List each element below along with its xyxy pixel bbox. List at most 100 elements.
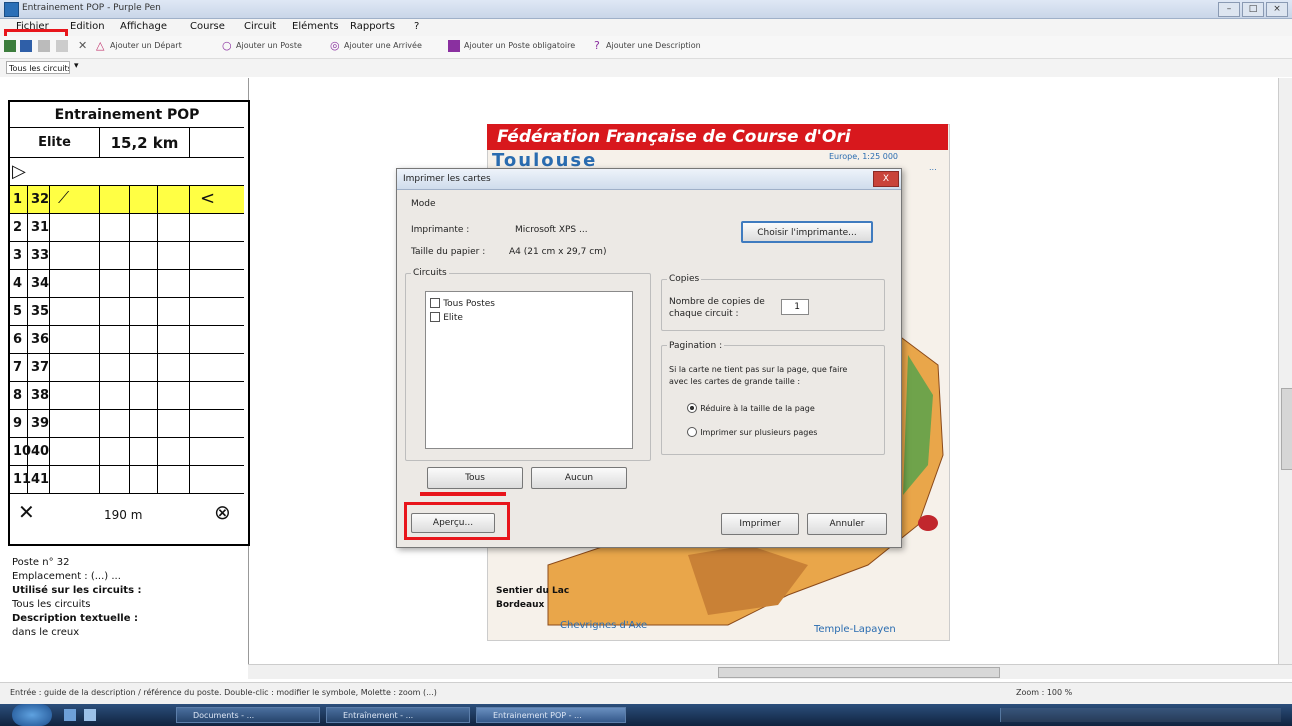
description-row[interactable]: 9 39 <box>10 410 244 438</box>
copies-stepper[interactable]: 1 <box>781 299 809 315</box>
tool-add-start[interactable]: Ajouter un Départ <box>110 41 182 50</box>
undo-icon[interactable] <box>38 40 50 52</box>
option-multipage[interactable]: Imprimer sur plusieurs pages <box>687 427 817 438</box>
taskbar-item-2[interactable]: Entraînement - ... <box>326 707 470 723</box>
finish-left-icon: ✕ <box>18 500 35 524</box>
new-icon[interactable] <box>4 40 16 52</box>
close-window-button[interactable]: × <box>1266 2 1288 17</box>
save-icon[interactable] <box>20 40 32 52</box>
description-row[interactable]: 2 31 <box>10 214 244 242</box>
map-header: Fédération Française de Course d'Ori <box>487 124 948 150</box>
checkbox-icon[interactable] <box>430 312 440 322</box>
info-text-desc-value: dans le creux <box>12 627 80 638</box>
row-cell <box>158 326 190 354</box>
mandatory-icon[interactable] <box>448 40 460 52</box>
row-number: 4 <box>10 270 28 298</box>
course-item-elite[interactable]: Elite <box>430 312 463 323</box>
copies-label-1: Nombre de copies de <box>669 297 765 307</box>
tool-add-finish[interactable]: Ajouter une Arrivée <box>344 41 422 50</box>
vertical-scroll-thumb[interactable] <box>1281 388 1292 470</box>
menu-rapports[interactable]: Rapports <box>350 21 395 32</box>
cancel-button[interactable]: Annuler <box>807 513 887 535</box>
menu-edition[interactable]: Edition <box>70 21 105 32</box>
control-circle-icon[interactable]: ○ <box>222 39 234 52</box>
copies-group-label: Copies <box>667 274 702 284</box>
row-cell <box>158 270 190 298</box>
printer-group-label: Mode <box>411 199 436 209</box>
checkbox-icon[interactable] <box>430 298 440 308</box>
delete-icon[interactable]: ✕ <box>78 39 90 52</box>
minimize-button[interactable]: – <box>1218 2 1240 17</box>
finish-row: ✕ 190 m ⊗ <box>10 494 244 540</box>
description-row[interactable]: 6 36 <box>10 326 244 354</box>
description-row[interactable]: 8 38 <box>10 382 244 410</box>
pagination-desc-1: Si la carte ne tient pas sur la page, qu… <box>669 365 848 374</box>
select-none-button[interactable]: Aucun <box>531 467 627 489</box>
horizontal-scroll-thumb[interactable] <box>718 667 1000 678</box>
quicklaunch-icon[interactable] <box>64 709 76 721</box>
app-icon <box>4 2 19 17</box>
menu-elements[interactable]: Eléments <box>292 21 339 32</box>
tool-add-description[interactable]: Ajouter une Description <box>606 41 701 50</box>
description-icon[interactable]: ? <box>594 39 606 52</box>
finish-icon[interactable]: ◎ <box>330 39 342 52</box>
description-row[interactable]: 7 37 <box>10 354 244 382</box>
maximize-button[interactable]: □ <box>1242 2 1264 17</box>
print-button[interactable]: Imprimer <box>721 513 799 535</box>
row-cell <box>100 438 130 466</box>
description-row[interactable]: 11 41 <box>10 466 244 494</box>
description-row[interactable]: 1 32 ⟋ < <box>10 186 244 214</box>
horizontal-scrollbar[interactable] <box>248 664 1292 679</box>
row-code: 34 <box>28 270 50 298</box>
menu-bar: Fichier Edition Affichage Course Circuit… <box>0 19 1292 36</box>
taskbar-item-1[interactable]: Documents - ... <box>176 707 320 723</box>
tool-add-control[interactable]: Ajouter un Poste <box>236 41 302 50</box>
finish-distance: 190 m <box>104 508 143 522</box>
courses-list[interactable]: Tous Postes Elite <box>425 291 633 449</box>
course-item-all[interactable]: Tous Postes <box>430 298 495 309</box>
row-cell <box>100 298 130 326</box>
row-number: 6 <box>10 326 28 354</box>
select-all-button[interactable]: Tous <box>427 467 523 489</box>
radio-selected-icon[interactable] <box>687 403 697 413</box>
row-code: 33 <box>28 242 50 270</box>
chevron-down-icon[interactable]: ▾ <box>74 61 79 71</box>
status-bar: Entrée : guide de la description / référ… <box>0 682 1292 705</box>
row-cell <box>100 354 130 382</box>
row-code: 38 <box>28 382 50 410</box>
paper-label: Taille du papier : <box>411 247 486 257</box>
choose-printer-button[interactable]: Choisir l'imprimante... <box>741 221 873 243</box>
dialog-close-button[interactable]: X <box>873 171 899 187</box>
sheet-title: Entrainement POP <box>10 102 244 128</box>
row-code: 36 <box>28 326 50 354</box>
info-panel: Poste n° 32 Emplacement : (...) ... Util… <box>12 556 244 656</box>
menu-course[interactable]: Course <box>190 21 225 32</box>
courses-group-label: Circuits <box>411 268 449 278</box>
vertical-scrollbar[interactable] <box>1278 78 1292 664</box>
description-row[interactable]: 10 40 <box>10 438 244 466</box>
menu-affichage[interactable]: Affichage <box>120 21 167 32</box>
map-label-right: Temple-Lapayen <box>814 624 896 635</box>
pagination-group <box>661 345 885 455</box>
start-triangle-icon[interactable]: △ <box>96 39 108 52</box>
map-scale: Europe, 1:25 000 <box>829 152 898 161</box>
row-cell <box>158 186 190 214</box>
menu-circuit[interactable]: Circuit <box>244 21 276 32</box>
option-shrink[interactable]: Réduire à la taille de la page <box>687 403 815 414</box>
course-selector[interactable]: Tous les circuits <box>6 61 70 74</box>
row-code: 32 <box>28 186 50 214</box>
row-cell <box>50 382 100 410</box>
description-row[interactable]: 3 33 <box>10 242 244 270</box>
quicklaunch-icon-2[interactable] <box>84 709 96 721</box>
description-row[interactable]: 5 35 <box>10 298 244 326</box>
radio-icon[interactable] <box>687 427 697 437</box>
menu-help[interactable]: ? <box>414 21 419 32</box>
description-row[interactable]: 4 34 <box>10 270 244 298</box>
start-button-icon[interactable] <box>12 704 52 726</box>
printer-value: Microsoft XPS ... <box>515 225 588 235</box>
row-code: 39 <box>28 410 50 438</box>
taskbar-item-3[interactable]: Entrainement POP - ... <box>476 707 626 723</box>
redo-icon[interactable] <box>56 40 68 52</box>
tool-add-mandatory[interactable]: Ajouter un Poste obligatoire <box>464 41 575 50</box>
row-cell <box>100 410 130 438</box>
